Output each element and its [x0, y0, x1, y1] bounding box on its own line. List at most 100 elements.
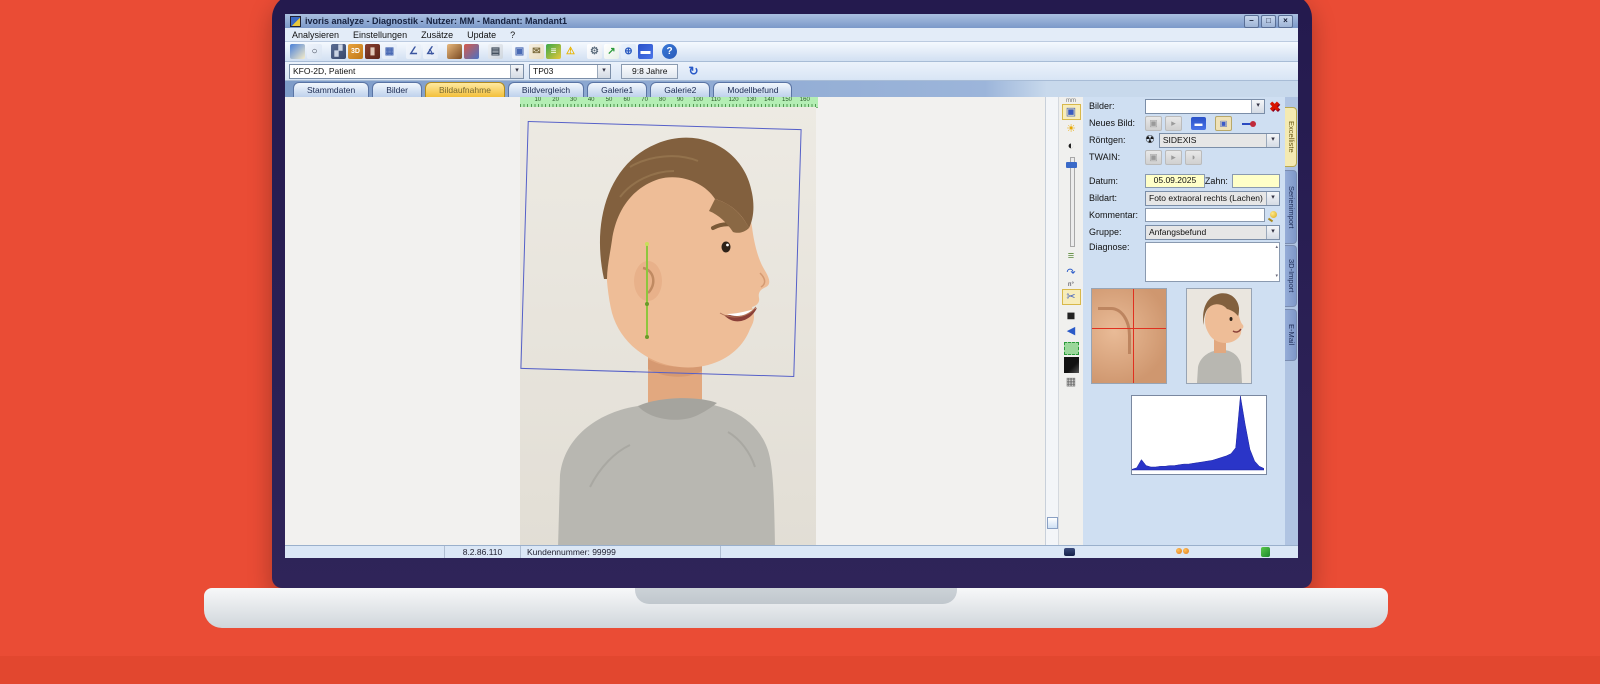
warning-icon[interactable]: ⚠: [563, 44, 578, 59]
ruler-tick: 140: [764, 97, 774, 103]
gruppe-select[interactable]: Anfangsbefund: [1145, 225, 1280, 240]
mirror-icon[interactable]: ◀: [1063, 323, 1080, 339]
brightness-icon[interactable]: ☀: [1063, 121, 1080, 137]
ruler-tick: 20: [552, 97, 559, 103]
capture-crop-icon[interactable]: ✂: [1062, 289, 1081, 305]
tab-galerie1[interactable]: Galerie1: [587, 82, 647, 97]
3d-model-icon[interactable]: 3D: [348, 44, 363, 59]
search-icon[interactable]: ○: [307, 44, 322, 59]
preview-image-icon[interactable]: ▣: [1062, 104, 1081, 120]
rotate-icon[interactable]: ↷: [1063, 265, 1080, 281]
xray-image-icon[interactable]: [1064, 357, 1079, 373]
selection-icon[interactable]: [1064, 342, 1079, 355]
laptop-lid-notch: [635, 588, 957, 604]
patient-bar: KFO-2D, Patient TP03 9:8 Jahre ↻: [285, 62, 1298, 81]
status-device-icon[interactable]: [1064, 548, 1075, 556]
camera-capture-icon[interactable]: ▣: [1145, 116, 1162, 131]
status-users-icon[interactable]: [1176, 548, 1190, 556]
gruppe-label: Gruppe:: [1089, 227, 1145, 237]
tab-galerie2[interactable]: Galerie2: [650, 82, 710, 97]
print-icon[interactable]: ▤: [488, 44, 503, 59]
close-button[interactable]: ×: [1278, 15, 1293, 28]
camera-icon[interactable]: ▮: [365, 44, 380, 59]
status-connection-icon[interactable]: [1261, 547, 1270, 557]
menu-item-analysieren[interactable]: Analysieren: [285, 30, 346, 40]
analysis-select[interactable]: KFO-2D, Patient: [289, 64, 524, 79]
table-icon[interactable]: ▦: [382, 44, 397, 59]
patient-image-icon[interactable]: ▞: [331, 44, 346, 59]
tab-stammdaten[interactable]: Stammdaten: [293, 82, 369, 97]
help-icon[interactable]: ?: [662, 44, 677, 59]
thumbnail-photo[interactable]: [1186, 288, 1252, 384]
tab-row: StammdatenBilderBildaufnahmeBildvergleic…: [285, 81, 1298, 97]
patient-group-icon[interactable]: [464, 44, 479, 59]
twain-camera-icon[interactable]: ▣: [1145, 150, 1162, 165]
levels-icon[interactable]: ≡: [1063, 248, 1080, 264]
measurement-line[interactable]: [646, 244, 648, 337]
menu-item-zus-tze[interactable]: Zusätze: [414, 30, 460, 40]
paste-clipboard-icon[interactable]: ▣: [1215, 116, 1232, 131]
roentgen-select[interactable]: SIDEXIS: [1159, 133, 1280, 148]
open-patient-icon[interactable]: [290, 44, 305, 59]
zahn-field[interactable]: [1232, 174, 1280, 188]
chart-icon[interactable]: ↗: [604, 44, 619, 59]
side-tab-3d-import[interactable]: 3D-Import: [1285, 245, 1297, 307]
image-mail-icon[interactable]: ✉: [529, 44, 544, 59]
radiation-icon: ☢: [1145, 134, 1155, 147]
status-segment-empty: [285, 546, 445, 558]
diagnose-textarea[interactable]: ▴ ▾: [1145, 242, 1280, 282]
viewport-scrollbar[interactable]: [1045, 97, 1058, 545]
contrast-icon[interactable]: ◐: [1063, 138, 1080, 154]
menu-item-update[interactable]: Update: [460, 30, 503, 40]
bildart-label: Bildart:: [1089, 193, 1145, 203]
bilder-select[interactable]: [1145, 99, 1265, 114]
scroll-down-icon[interactable]: ▾: [1275, 274, 1278, 279]
save-icon[interactable]: ▬: [638, 44, 653, 59]
zoom-slider[interactable]: [1066, 157, 1077, 245]
grid-icon[interactable]: ▦: [1063, 374, 1080, 390]
pin-assign-icon[interactable]: [1241, 117, 1257, 130]
scroll-corner-button[interactable]: [1047, 517, 1058, 529]
crop-frame[interactable]: [520, 121, 801, 377]
delete-image-button[interactable]: ✖: [1269, 100, 1280, 113]
maximize-button[interactable]: □: [1261, 15, 1276, 28]
histogram-icon[interactable]: ▅: [1063, 306, 1080, 322]
twain-video-icon[interactable]: ▸: [1165, 150, 1182, 165]
age-button[interactable]: 9:8 Jahre: [621, 64, 678, 79]
background-band: [0, 656, 1600, 684]
ruler-tick: 60: [623, 97, 630, 103]
side-tab-excelliste[interactable]: Excelliste: [1285, 107, 1297, 167]
datum-field[interactable]: 05.09.2025: [1145, 174, 1205, 188]
web-icon[interactable]: ⊕: [621, 44, 636, 59]
video-capture-icon[interactable]: ▸: [1165, 116, 1182, 131]
thumbnail-detail-crosshair[interactable]: [1091, 288, 1167, 384]
side-tab-e-mail[interactable]: E-Mail: [1285, 309, 1297, 361]
timepoint-select[interactable]: TP03: [529, 64, 611, 79]
patient-face-icon[interactable]: [447, 44, 462, 59]
window-title: ivoris analyze - Diagnostik - Nutzer: MM…: [305, 16, 1242, 26]
menu-item-[interactable]: ?: [503, 30, 522, 40]
histogram-curve: [1132, 396, 1264, 472]
scroll-up-icon[interactable]: ▴: [1275, 245, 1278, 250]
tab-bildvergleich[interactable]: Bildvergleich: [508, 82, 584, 97]
tab-modellbefund[interactable]: Modellbefund: [713, 82, 792, 97]
bildart-select[interactable]: Foto extraoral rechts (Lachen): [1145, 191, 1280, 206]
tab-bildaufnahme[interactable]: Bildaufnahme: [425, 82, 505, 97]
twain-label: TWAIN:: [1089, 152, 1145, 162]
image-frame-icon[interactable]: ▣: [512, 44, 527, 59]
refresh-icon[interactable]: ↻: [688, 64, 698, 78]
import-file-icon[interactable]: ▬: [1191, 117, 1206, 130]
trace-analysis-icon[interactable]: ∠: [406, 44, 421, 59]
comment-pin-icon[interactable]: [1268, 209, 1280, 221]
minimize-button[interactable]: –: [1244, 15, 1259, 28]
side-tab-serienimport[interactable]: Serienimport: [1285, 170, 1297, 244]
measure-angle-icon[interactable]: ∡: [423, 44, 438, 59]
kommentar-field[interactable]: [1145, 208, 1265, 222]
menu-item-einstellungen[interactable]: Einstellungen: [346, 30, 414, 40]
tab-bilder[interactable]: Bilder: [372, 82, 422, 97]
ruler-tick: 50: [606, 97, 613, 103]
archive-stack-icon[interactable]: ≡: [546, 44, 561, 59]
ruler-tick: 80: [659, 97, 666, 103]
settings-doc-icon[interactable]: ⚙: [587, 44, 602, 59]
twain-scan-icon[interactable]: ◗: [1185, 150, 1202, 165]
